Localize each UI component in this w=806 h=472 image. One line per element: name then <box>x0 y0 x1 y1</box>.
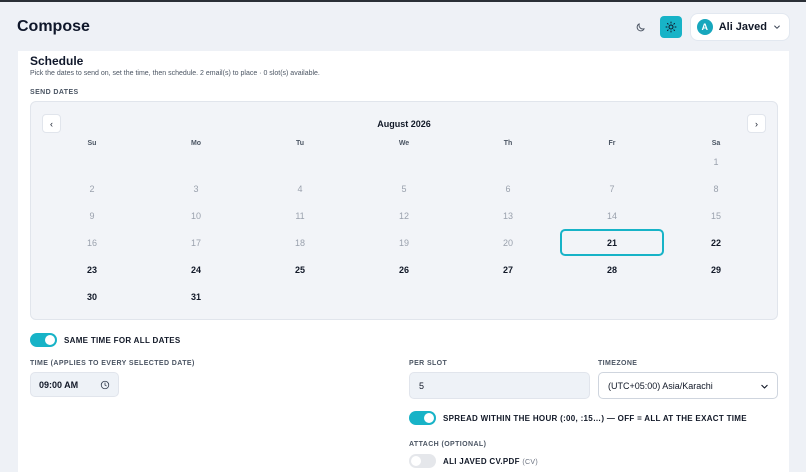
header-actions: A Ali Javed <box>630 13 790 41</box>
user-name: Ali Javed <box>718 21 767 33</box>
calendar-day: 7 <box>609 183 615 194</box>
time-input[interactable]: 09:00 AM <box>30 372 119 397</box>
calendar-day[interactable]: 21 <box>560 229 664 256</box>
weekday-header: Sa <box>711 140 721 147</box>
calendar-day[interactable]: 22 <box>664 229 768 256</box>
attachment-name: ALI JAVED CV.PDF <box>443 457 520 466</box>
calendar-day: 9 <box>89 210 95 221</box>
sun-icon <box>665 21 677 33</box>
calendar-day[interactable]: 28 <box>560 256 664 283</box>
calendar-day: 6 <box>505 183 511 194</box>
per-slot-value: 5 <box>419 380 425 391</box>
timezone-select[interactable]: (UTC+05:00) Asia/Karachi <box>598 372 778 399</box>
send-dates-label: SEND DATES <box>30 89 79 96</box>
attachment-tag: (CV) <box>522 459 538 466</box>
dark-mode-button[interactable] <box>630 16 652 38</box>
light-mode-button[interactable] <box>659 16 682 38</box>
spread-label: SPREAD WITHIN THE HOUR (:00, :15…) — OFF… <box>443 414 747 423</box>
section-title: Schedule <box>30 54 84 68</box>
window-top-border <box>0 0 806 2</box>
calendar: ‹ August 2026 › Su Mo Tu We Th Fr Sa 1 2 3 4 5 6 7 8 9 1… <box>30 101 778 320</box>
calendar-day: 11 <box>295 210 305 221</box>
calendar-day: 20 <box>502 237 513 248</box>
user-menu-button[interactable]: A Ali Javed <box>689 13 790 41</box>
weekday-header: Su <box>87 140 97 147</box>
next-month-button[interactable]: › <box>747 114 766 133</box>
moon-icon <box>636 22 645 31</box>
calendar-day[interactable]: 31 <box>144 283 248 310</box>
calendar-day: 5 <box>401 183 407 194</box>
calendar-day: 2 <box>89 183 95 194</box>
time-label: TIME (APPLIES TO EVERY SELECTED DATE) <box>30 360 195 367</box>
attachment-label: ALI JAVED CV.PDF (CV) <box>443 457 538 466</box>
calendar-day: 4 <box>297 183 303 194</box>
calendar-day[interactable]: 25 <box>248 256 352 283</box>
weekday-header: Th <box>503 140 513 147</box>
calendar-day: 17 <box>190 237 201 248</box>
spread-toggle[interactable] <box>409 411 436 425</box>
schedule-card: Schedule Pick the dates to send on, set … <box>18 51 789 472</box>
same-time-label: SAME TIME FOR ALL DATES <box>64 336 181 345</box>
calendar-day: 13 <box>502 210 513 221</box>
calendar-day[interactable]: 30 <box>40 283 144 310</box>
timezone-value: (UTC+05:00) Asia/Karachi <box>608 380 713 391</box>
calendar-day: 10 <box>190 210 201 221</box>
weekday-header: We <box>398 140 410 147</box>
time-value: 09:00 AM <box>39 379 79 390</box>
attachment-toggle[interactable] <box>409 454 436 468</box>
calendar-day: 19 <box>398 237 409 248</box>
calendar-day: 14 <box>606 210 617 221</box>
calendar-day: 18 <box>294 237 305 248</box>
calendar-day[interactable]: 29 <box>664 256 768 283</box>
calendar-day[interactable]: 26 <box>352 256 456 283</box>
calendar-day: 15 <box>710 210 721 221</box>
calendar-day: 1 <box>713 156 719 167</box>
per-slot-label: PER SLOT <box>409 360 448 367</box>
calendar-day: 8 <box>713 183 719 194</box>
page-title: Compose <box>17 18 90 35</box>
weekday-header: Fr <box>608 140 616 147</box>
chevron-down-icon <box>774 25 780 29</box>
timezone-label: TIMEZONE <box>598 360 638 367</box>
attach-label: ATTACH (OPTIONAL) <box>409 441 487 448</box>
calendar-month-title: August 2026 <box>377 119 431 129</box>
calendar-day: 12 <box>398 210 409 221</box>
calendar-day: 16 <box>86 237 97 248</box>
weekday-header: Mo <box>190 140 202 147</box>
section-description: Pick the dates to send on, set the time,… <box>30 70 320 77</box>
calendar-day[interactable]: 23 <box>40 256 144 283</box>
clock-icon <box>100 380 110 390</box>
same-time-toggle[interactable] <box>30 333 57 347</box>
chevron-down-icon <box>761 384 768 389</box>
calendar-day[interactable]: 24 <box>144 256 248 283</box>
per-slot-input[interactable]: 5 <box>409 372 590 399</box>
weekday-header: Tu <box>295 140 305 147</box>
calendar-day[interactable]: 27 <box>456 256 560 283</box>
avatar: A <box>696 19 713 35</box>
calendar-day: 3 <box>193 183 199 194</box>
